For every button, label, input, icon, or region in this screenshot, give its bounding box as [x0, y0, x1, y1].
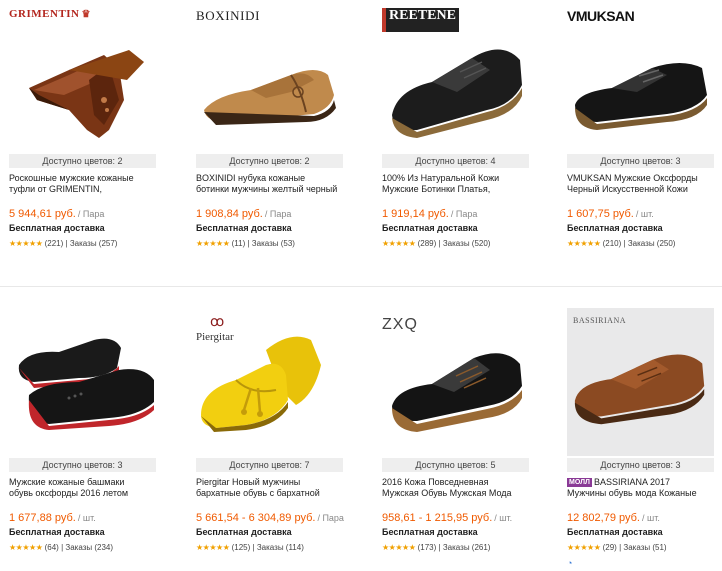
shoe-loafer-yellow-icon [201, 336, 321, 432]
product-price: 1 908,84 руб. / Пара [196, 208, 292, 220]
product-price: 5 661,54 - 6 304,89 руб. / Пара [196, 512, 344, 524]
available-colors: Доступно цветов: 2 [9, 154, 156, 168]
reviews-count[interactable]: (125) [232, 543, 251, 552]
rating-stars: ★★★★★ [382, 239, 416, 248]
product-title[interactable]: Роскошные мужские кожаные туфли от GRIMEN… [9, 173, 169, 195]
product-price: 5 944,61 руб. / Пара [9, 208, 105, 220]
shoe-derby-black-brown-sole-icon [392, 353, 522, 432]
product-price: 1 919,14 руб. / Пара [382, 208, 478, 220]
free-shipping: Бесплатная доставка [196, 223, 292, 233]
shoe-moccasin-tan-icon [204, 70, 336, 125]
free-shipping: Бесплатная доставка [196, 527, 292, 537]
rating-row: ★★★★★ (29) | Заказы (51) [567, 543, 667, 552]
product-image[interactable] [382, 336, 532, 448]
brand-logo: GRIMENTIN ♛ [9, 8, 91, 20]
rating-stars: ★★★★★ [9, 239, 43, 248]
brand-logo: VMUKSAN [567, 8, 635, 24]
product-title[interactable]: 100% Из Натуральной Кожи Мужские Ботинки … [382, 173, 542, 195]
free-shipping: Бесплатная доставка [567, 527, 663, 537]
orders-count[interactable]: Заказы (257) [70, 239, 118, 248]
orders-count[interactable]: Заказы (234) [65, 543, 113, 552]
rating-row: ★★★★★ (210) | Заказы (250) [567, 239, 676, 248]
mall-badge: МОЛЛ [567, 478, 592, 487]
rating-stars: ★★★★★ [196, 239, 230, 248]
available-colors: Доступно цветов: 4 [382, 154, 529, 168]
brand-logo: BOXINIDI [196, 8, 261, 23]
reviews-count[interactable]: (64) [45, 543, 59, 552]
rating-row: ★★★★★ (11) | Заказы (53) [196, 239, 295, 248]
brand-logo: REETENE [382, 8, 459, 32]
product-image[interactable]: BASSIRIANA [567, 308, 714, 456]
shoe-oxford-black-icon [575, 63, 707, 130]
chat-icon[interactable]: ◔ [567, 558, 572, 568]
orders-count[interactable]: Заказы (53) [252, 239, 295, 248]
free-shipping: Бесплатная доставка [567, 223, 663, 233]
available-colors: Доступно цветов: 2 [196, 154, 343, 168]
product-image[interactable] [9, 320, 159, 432]
free-shipping: Бесплатная доставка [9, 223, 105, 233]
shoe-derby-brown-icon [574, 354, 705, 425]
product-price: 1 607,75 руб. / шт. [567, 208, 654, 220]
orders-count[interactable]: Заказы (520) [443, 239, 491, 248]
orders-count[interactable]: Заказы (51) [623, 543, 666, 552]
rating-stars: ★★★★★ [382, 543, 416, 552]
free-shipping: Бесплатная доставка [382, 527, 478, 537]
rating-row: ★★★★★ (221) | Заказы (257) [9, 239, 118, 248]
rating-row: ★★★★★ (173) | Заказы (261) [382, 543, 491, 552]
orders-count[interactable]: Заказы (250) [628, 239, 676, 248]
product-title[interactable]: МОЛЛ BASSIRIANA 2017 Мужчины обувь мода К… [567, 477, 722, 499]
rating-stars: ★★★★★ [196, 543, 230, 552]
product-title[interactable]: Piergitar Новый мужчины бархатные обувь с… [196, 477, 356, 499]
product-price: 958,61 - 1 215,95 руб. / шт. [382, 512, 513, 524]
reviews-count[interactable]: (29) [603, 543, 617, 552]
product-price: 12 802,79 руб. / шт. [567, 512, 660, 524]
product-image[interactable] [9, 30, 159, 142]
orders-count[interactable]: Заказы (114) [257, 543, 304, 552]
available-colors: Доступно цветов: 3 [567, 458, 714, 472]
row-divider [0, 286, 722, 287]
available-colors: Доступно цветов: 3 [9, 458, 156, 472]
rating-stars: ★★★★★ [567, 543, 601, 552]
product-image[interactable] [382, 30, 532, 142]
reviews-count[interactable]: (210) [603, 239, 622, 248]
rating-stars: ★★★★★ [567, 239, 601, 248]
rating-stars: ★★★★★ [9, 543, 43, 552]
reviews-count[interactable]: (289) [418, 239, 437, 248]
available-colors: Доступно цветов: 3 [567, 154, 714, 168]
rating-row: ★★★★★ (125) | Заказы (114) [196, 543, 304, 552]
product-image[interactable] [196, 30, 346, 142]
available-colors: Доступно цветов: 7 [196, 458, 343, 472]
product-title[interactable]: Мужские кожаные башмаки обувь оксфорды 20… [9, 477, 169, 499]
free-shipping: Бесплатная доставка [382, 223, 478, 233]
reviews-count[interactable]: (11) [232, 239, 246, 248]
shoe-derby-black-icon [392, 49, 522, 138]
available-colors: Доступно цветов: 5 [382, 458, 529, 472]
product-image[interactable] [567, 30, 717, 142]
reviews-count[interactable]: (221) [45, 239, 64, 248]
rating-row: ★★★★★ (64) | Заказы (234) [9, 543, 114, 552]
product-title[interactable]: 2016 Кожа Повседневная Мужская Обувь Мужс… [382, 477, 542, 499]
free-shipping: Бесплатная доставка [9, 527, 105, 537]
rating-row: ★★★★★ (289) | Заказы (520) [382, 239, 491, 248]
photo-brand-label: BASSIRIANA [573, 316, 627, 325]
orders-count[interactable]: Заказы (261) [443, 543, 491, 552]
product-image[interactable] [196, 320, 346, 432]
shoe-brogue-black-red-icon [18, 338, 155, 430]
product-title[interactable]: VMUKSAN Мужские Оксфорды Черный Искусстве… [567, 173, 722, 195]
product-title[interactable]: BOXINIDI нубука кожаные ботинки мужчины ж… [196, 173, 356, 195]
shoe-oxford-brown-icon [29, 50, 144, 138]
product-price: 1 677,88 руб. / шт. [9, 512, 96, 524]
reviews-count[interactable]: (173) [418, 543, 437, 552]
